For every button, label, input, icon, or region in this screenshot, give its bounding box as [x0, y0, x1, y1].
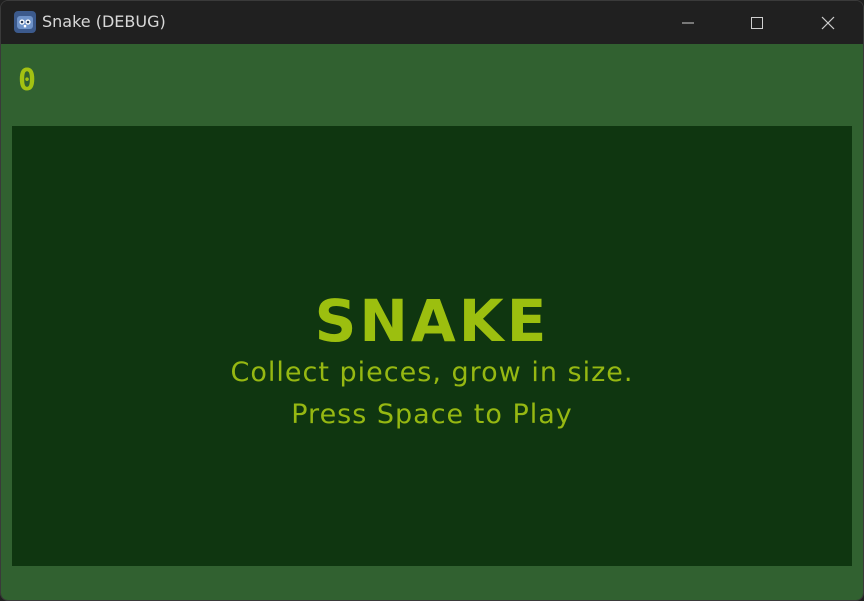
- score-counter: 0: [18, 63, 37, 98]
- close-icon: [820, 15, 836, 31]
- maximize-button[interactable]: [722, 1, 792, 44]
- game-viewport[interactable]: 0 SNAKE Collect pieces, grow in size. Pr…: [1, 44, 863, 600]
- playfield: SNAKE Collect pieces, grow in size. Pres…: [12, 126, 852, 566]
- minimize-button[interactable]: [653, 1, 723, 44]
- window-title: Snake (DEBUG): [42, 12, 166, 31]
- start-prompt: Press Space to Play: [291, 399, 573, 430]
- game-tagline: Collect pieces, grow in size.: [230, 357, 634, 388]
- maximize-icon: [749, 15, 765, 31]
- close-button[interactable]: [793, 1, 863, 44]
- minimize-icon: [680, 15, 696, 31]
- game-window: Snake (DEBUG) 0 SNAKE Collect pieces, gr…: [0, 0, 864, 601]
- godot-icon: [14, 11, 36, 33]
- title-bar[interactable]: Snake (DEBUG): [1, 1, 863, 44]
- game-title: SNAKE: [314, 287, 550, 355]
